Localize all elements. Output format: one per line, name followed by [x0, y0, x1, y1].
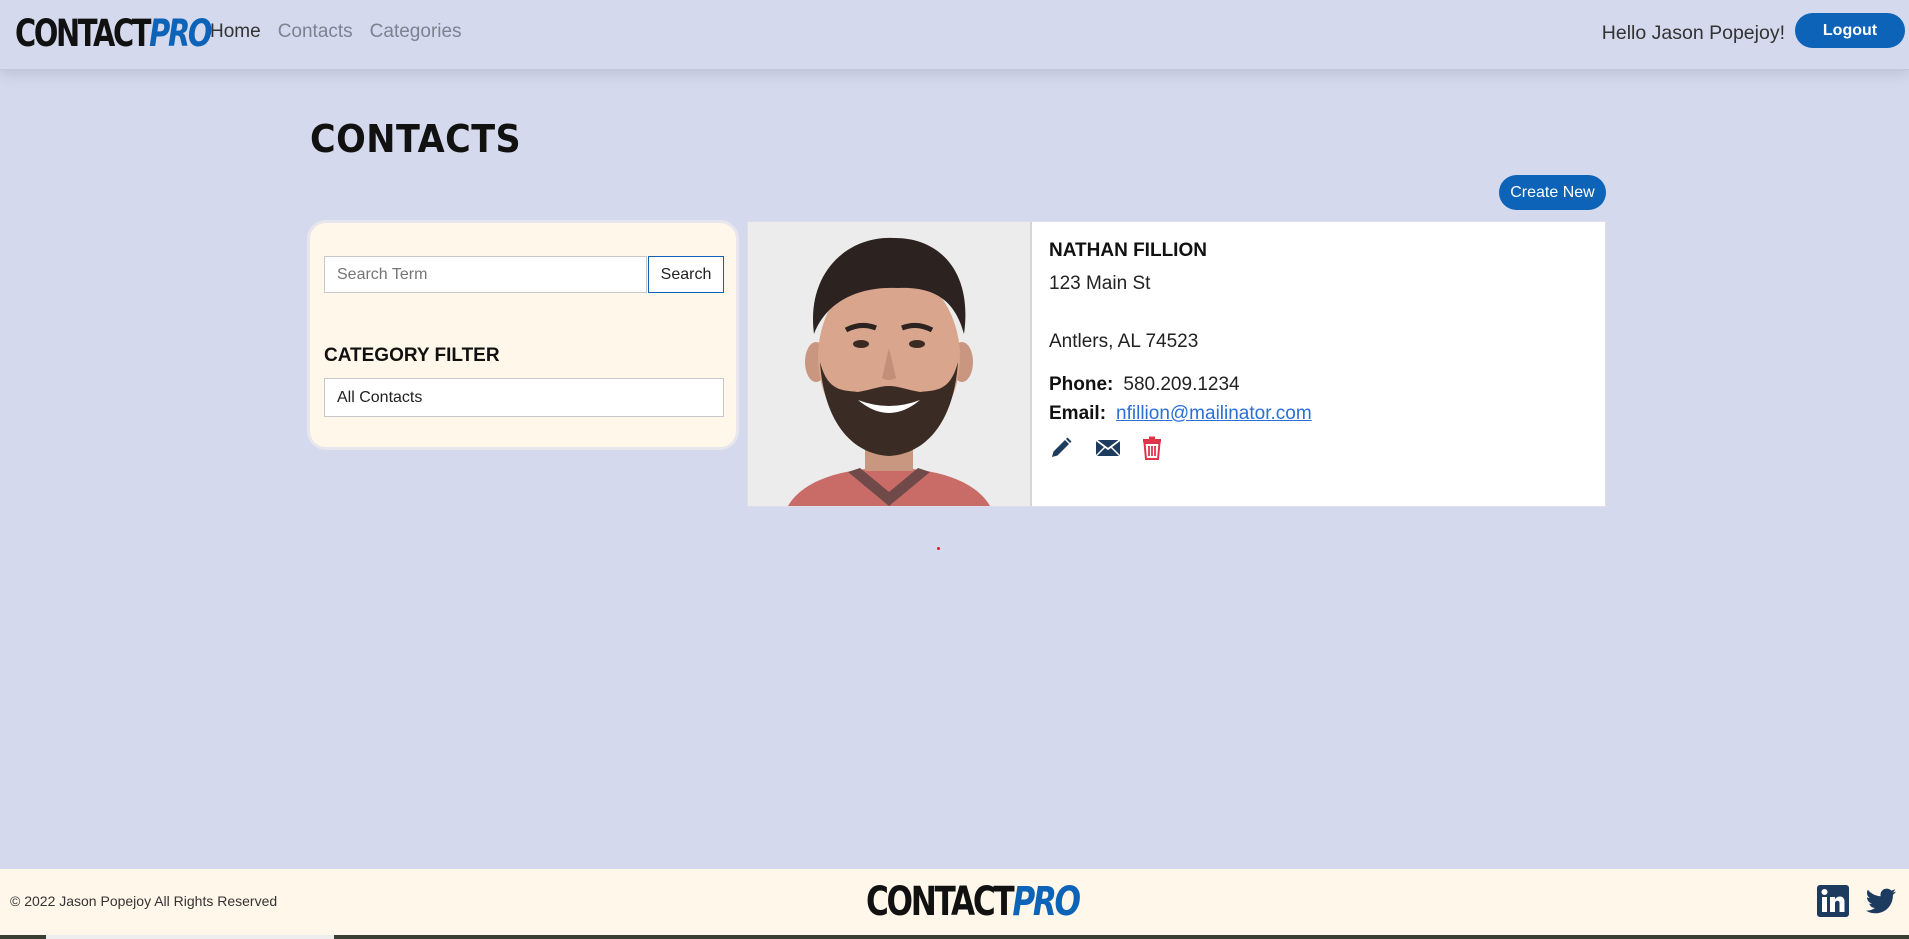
email-label: Email: [1049, 403, 1107, 424]
brand-logo-part2: PRO [149, 12, 212, 55]
footer-brand-part2: PRO [1012, 879, 1081, 925]
bottom-strip-segment [46, 935, 334, 939]
pencil-icon[interactable] [1049, 436, 1073, 460]
phone-label: Phone: [1049, 374, 1114, 395]
page-title: CONTACTS [310, 117, 522, 161]
loading-dot [937, 547, 940, 550]
nav-link-categories[interactable]: Categories [370, 21, 462, 43]
linkedin-icon[interactable] [1816, 884, 1850, 918]
contact-phone-row: Phone: 580.209.1234 [1049, 374, 1240, 396]
contact-actions [1049, 436, 1165, 460]
contact-phone: 580.209.1234 [1123, 374, 1240, 395]
search-input[interactable] [324, 256, 647, 293]
brand-logo[interactable]: CONTACTPRO [15, 12, 212, 56]
footer: © 2022 Jason Popejoy All Rights Reserved… [0, 869, 1909, 939]
top-navbar: CONTACTPRO Home Contacts Categories Hell… [0, 0, 1909, 70]
category-filter-select[interactable]: All Contacts [324, 378, 724, 417]
footer-brand-part1: CONTACT [866, 879, 1015, 925]
nav-links: Home Contacts Categories [210, 21, 479, 43]
contact-name: NATHAN FILLION [1049, 240, 1207, 261]
filter-panel: Search CATEGORY FILTER All Contacts [307, 220, 739, 450]
trash-icon[interactable] [1141, 436, 1165, 460]
contact-card: NATHAN FILLION 123 Main St Antlers, AL 7… [747, 221, 1606, 507]
contact-email-row: Email: nfillion@mailinator.com [1049, 403, 1312, 425]
contact-address-line1: 123 Main St [1049, 273, 1151, 294]
create-new-button[interactable]: Create New [1499, 175, 1606, 210]
envelope-icon[interactable] [1095, 436, 1121, 460]
category-filter-label: CATEGORY FILTER [324, 345, 500, 366]
search-button[interactable]: Search [648, 256, 724, 293]
copyright-text: © 2022 Jason Popejoy All Rights Reserved [10, 893, 278, 909]
contact-email-link[interactable]: nfillion@mailinator.com [1116, 403, 1312, 424]
brand-logo-part1: CONTACT [15, 12, 151, 55]
twitter-icon[interactable] [1864, 884, 1898, 918]
bottom-strip [0, 935, 1909, 939]
contact-photo [748, 222, 1032, 506]
user-greeting: Hello Jason Popejoy! [1601, 22, 1785, 44]
footer-brand-logo: CONTACTPRO [866, 879, 1081, 925]
nav-link-home[interactable]: Home [210, 21, 261, 43]
nav-link-contacts[interactable]: Contacts [278, 21, 353, 43]
contact-address-line2: Antlers, AL 74523 [1049, 331, 1199, 352]
logout-button[interactable]: Logout [1795, 13, 1905, 48]
